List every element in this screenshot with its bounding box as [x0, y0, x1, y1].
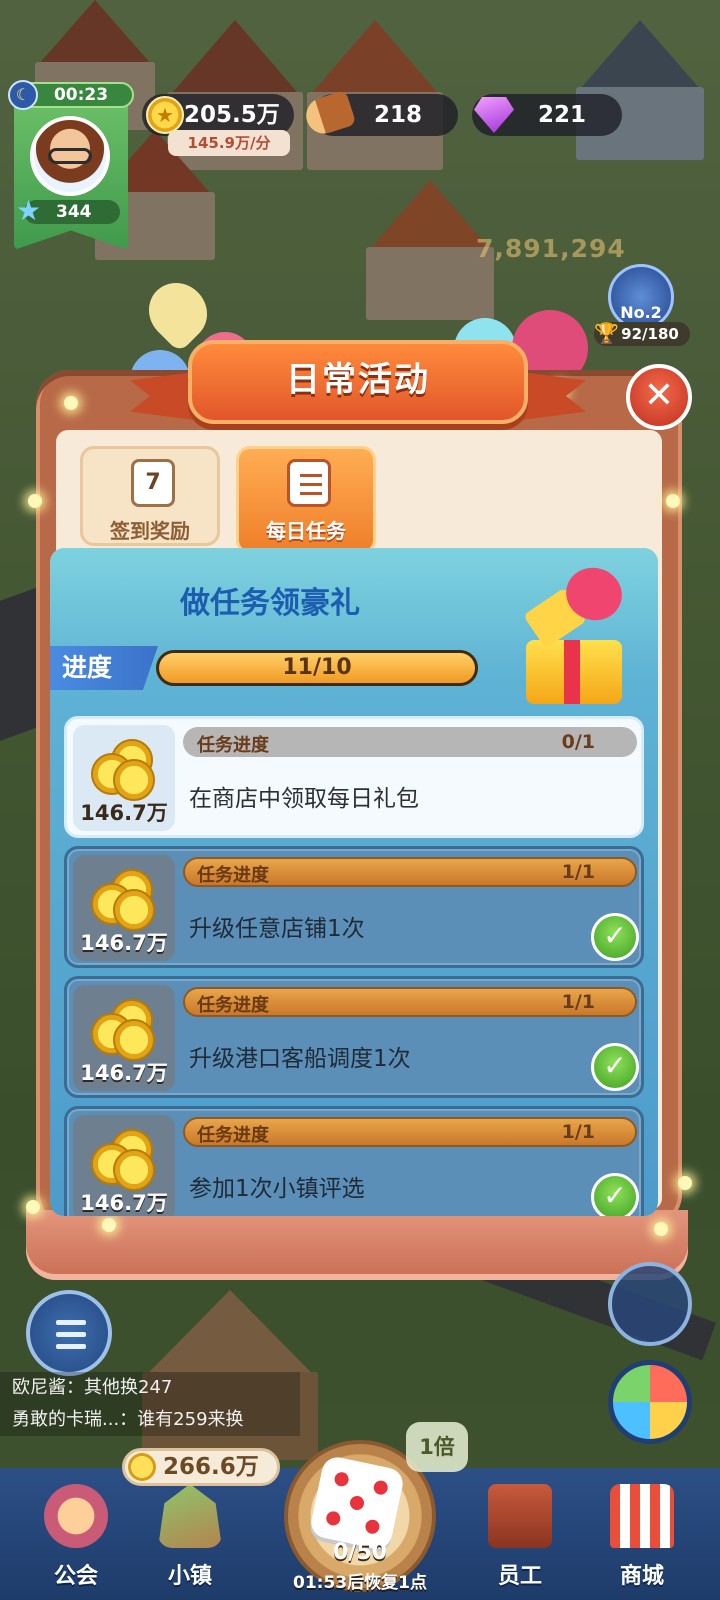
chat-message: 勇敢的卡瑞...：谁有259来换 [0, 1404, 300, 1436]
checkmark-icon: ✓ [591, 1173, 639, 1216]
task-progress-label: 任务进度 [197, 1125, 269, 1146]
task-progress-value: 1/1 [561, 861, 595, 883]
overall-progress-text: 11/10 [282, 655, 352, 680]
coin-icon: ★ [146, 96, 184, 134]
dice-icon[interactable] [308, 1454, 406, 1552]
shop-icon [610, 1484, 674, 1548]
task-list[interactable]: 146.7万 任务进度 0/1 在商店中领取每日礼包 146.7万 任务进度 1… [64, 716, 644, 1216]
chat-feed[interactable]: 欧尼酱：其他换247 勇敢的卡瑞...：谁有259来换 [0, 1372, 300, 1436]
task-description: 升级港口客船调度1次 [189, 1046, 411, 1072]
coin-icon [128, 1453, 156, 1481]
checkmark-icon: ✓ [591, 913, 639, 961]
avatar[interactable] [30, 116, 110, 196]
nav-shop[interactable]: 商城 [582, 1476, 702, 1596]
task-card[interactable]: 146.7万 任务进度 0/1 在商店中领取每日礼包 [64, 716, 644, 838]
guild-icon [44, 1484, 108, 1548]
daily-task-panel: 做任务领豪礼 进度 11/10 146.7万 任务进度 0/1 在商店中领取每日… [50, 548, 658, 1216]
frame-light [666, 494, 680, 508]
daily-activity-modal: 日常活动 ✕ 7 签到奖励 每日任务 做任务领豪礼 进度 11/10 146.7… [18, 330, 694, 1290]
gift-box-icon[interactable] [520, 560, 630, 708]
task-progress-label: 任务进度 [197, 865, 269, 886]
tab-label: 签到奖励 [110, 519, 190, 543]
coin-stack-icon [89, 1127, 159, 1191]
reward-amount: 146.7万 [80, 801, 168, 825]
moon-icon: ☾ [8, 80, 38, 110]
dice-multiplier[interactable]: 1倍 [406, 1422, 468, 1472]
frame-light [28, 494, 42, 508]
pinwheel-button[interactable] [608, 1360, 692, 1444]
close-button[interactable]: ✕ [626, 364, 692, 430]
task-progress-label: 任务进度 [197, 995, 269, 1016]
coin-stack-icon [89, 867, 159, 931]
nav-town[interactable]: 小镇 [130, 1476, 250, 1596]
nav-guild[interactable]: 公会 [16, 1476, 136, 1596]
task-progress-value: 1/1 [561, 1121, 595, 1143]
background-score: 7,891,294 [476, 234, 626, 263]
panel-heading: 做任务领豪礼 [180, 586, 360, 621]
modal-frame-bottom [26, 1210, 688, 1280]
menu-list-button[interactable] [26, 1290, 112, 1376]
frame-light [26, 1200, 40, 1214]
star-icon: ★ [16, 194, 42, 227]
frame-light [64, 396, 78, 410]
calendar-icon: 7 [131, 459, 175, 507]
chat-message: 欧尼酱：其他换247 [0, 1372, 300, 1404]
dice-recover-timer: 01:53后恢复1点 [293, 1573, 427, 1593]
town-icon [158, 1484, 222, 1548]
nav-label: 员工 [497, 1564, 542, 1589]
nav-staff[interactable]: 员工 [460, 1476, 580, 1596]
tab-label: 每日任务 [266, 519, 346, 543]
clipboard-icon [287, 459, 331, 507]
task-card[interactable]: 146.7万 任务进度 1/1 升级任意店铺1次 ✓ [64, 846, 644, 968]
task-progress-value: 1/1 [561, 991, 595, 1013]
tab-daily-tasks[interactable]: 每日任务 [236, 446, 376, 554]
reward-amount: 146.7万 [80, 1061, 168, 1085]
task-card[interactable]: 146.7万 任务进度 1/1 参加1次小镇评选 ✓ [64, 1106, 644, 1216]
task-description: 升级任意店铺1次 [189, 916, 365, 942]
reward-amount: 146.7万 [80, 931, 168, 955]
player-profile[interactable]: 00:23 ☾ 344 ★ [8, 80, 134, 252]
staff-book-icon [488, 1484, 552, 1548]
coin-stack-icon [89, 997, 159, 1061]
nav-label: 公会 [53, 1564, 98, 1589]
modal-title: 日常活动 [286, 360, 430, 400]
close-icon: ✕ [643, 375, 675, 416]
task-progress-value: 0/1 [561, 731, 595, 753]
nav-label: 商城 [619, 1564, 664, 1589]
progress-label: 进度 [62, 653, 113, 682]
coin-stack-icon [89, 737, 159, 801]
tab-signin-reward[interactable]: 7 签到奖励 [80, 446, 220, 546]
frame-light [102, 1218, 116, 1232]
nav-label: 小镇 [167, 1564, 212, 1589]
task-progress-label: 任务进度 [197, 735, 269, 756]
task-description: 参加1次小镇评选 [189, 1176, 365, 1202]
frame-light [678, 1176, 692, 1190]
calendar-event-button[interactable] [608, 1262, 692, 1346]
dice-count: 0/50 [333, 1540, 387, 1565]
reward-amount: 146.7万 [80, 1191, 168, 1215]
task-description: 在商店中领取每日礼包 [189, 786, 419, 812]
coin-rate: 145.9万/分 [168, 130, 290, 156]
task-card[interactable]: 146.7万 任务进度 1/1 升级港口客船调度1次 ✓ [64, 976, 644, 1098]
checkmark-icon: ✓ [591, 1043, 639, 1091]
frame-light [654, 1222, 668, 1236]
